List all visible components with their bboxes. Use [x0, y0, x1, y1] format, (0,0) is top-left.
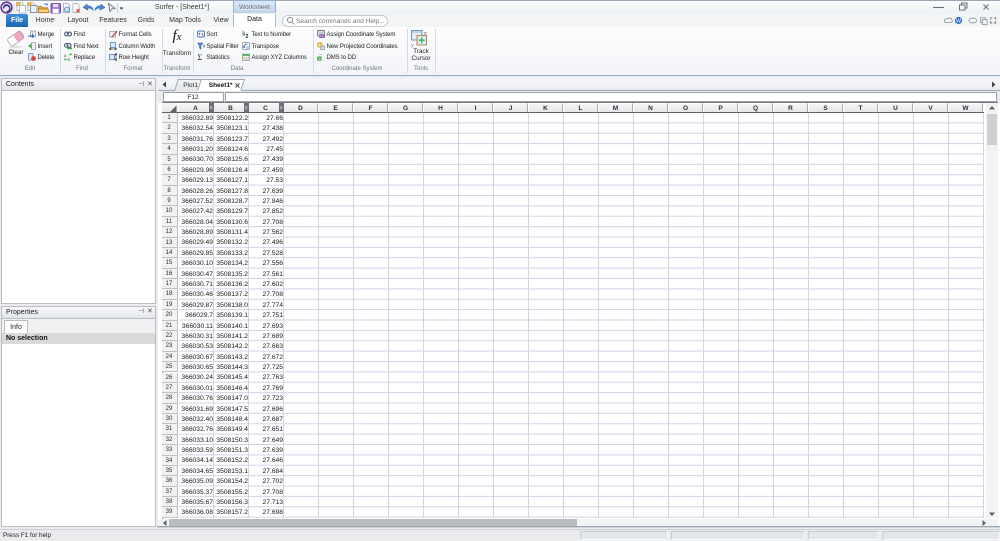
svg-text:2: 2: [246, 34, 249, 38]
svg-text:W: W: [956, 19, 961, 25]
svg-text:b: b: [68, 57, 71, 61]
svg-text:Σ: Σ: [198, 53, 203, 61]
svg-text:a: a: [64, 53, 67, 58]
svg-text:1.5: 1.5: [318, 57, 323, 61]
